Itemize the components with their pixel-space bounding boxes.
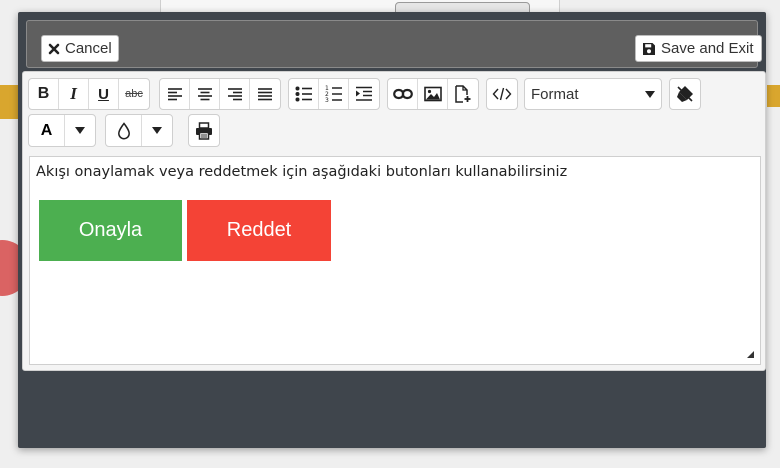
instruction-text: Akışı onaylamak veya reddetmek için aşağ…: [36, 164, 568, 180]
insert-link-button[interactable]: [388, 79, 418, 109]
close-icon: [48, 43, 60, 55]
underline-button[interactable]: U: [89, 79, 119, 109]
font-color-arrow-button[interactable]: [65, 115, 95, 146]
cancel-button[interactable]: Cancel: [41, 35, 119, 62]
font-color-button[interactable]: A: [29, 115, 65, 146]
editor-content-area[interactable]: Akışı onaylamak veya reddetmek için aşağ…: [29, 156, 761, 365]
background-accent-right: [767, 85, 780, 107]
cancel-label: Cancel: [65, 40, 112, 57]
format-select-value: Format: [531, 85, 579, 103]
numbered-list-button[interactable]: 123: [319, 79, 349, 109]
resize-handle-icon[interactable]: [747, 351, 754, 358]
align-right-icon: [227, 88, 242, 101]
strikethrough-button[interactable]: abc: [119, 79, 149, 109]
align-center-icon: [197, 88, 212, 101]
insert-file-button[interactable]: [448, 79, 478, 109]
font-color-icon: A: [40, 121, 53, 139]
save-and-exit-label: Save and Exit: [661, 40, 754, 57]
background-color-dropdown: [105, 114, 173, 147]
save-icon: [642, 42, 656, 56]
insert-group: [387, 78, 479, 110]
print-icon: [196, 121, 212, 140]
format-select[interactable]: Format: [524, 78, 662, 110]
code-view-button[interactable]: [487, 79, 517, 109]
text-style-group: B I U abc: [28, 78, 150, 110]
insert-image-button[interactable]: [418, 79, 448, 109]
file-add-icon: [455, 85, 471, 103]
background-color-arrow-button[interactable]: [142, 115, 172, 146]
reject-button[interactable]: Reddet: [187, 200, 331, 261]
image-icon: [423, 86, 442, 102]
link-icon: [392, 88, 413, 100]
indent-button[interactable]: [349, 79, 379, 109]
eraser-icon: [677, 86, 693, 102]
italic-button[interactable]: I: [59, 79, 89, 109]
align-center-button[interactable]: [190, 79, 220, 109]
modal-topbar: Cancel Save and Exit: [26, 20, 762, 68]
align-left-icon: [167, 88, 182, 101]
save-and-exit-button[interactable]: Save and Exit: [635, 35, 762, 62]
rich-text-editor: B I U abc 123 Format A Akışı onaylamak v…: [22, 71, 766, 371]
indent-icon: [356, 86, 372, 101]
alignment-group: [159, 78, 281, 110]
numbered-list-icon: 123: [325, 85, 342, 103]
bold-button[interactable]: B: [29, 79, 59, 109]
align-justify-icon: [258, 88, 272, 101]
print-group: [188, 114, 220, 147]
approve-button[interactable]: Onayla: [39, 200, 182, 261]
align-left-button[interactable]: [160, 79, 190, 109]
clear-formatting-button[interactable]: [670, 79, 700, 109]
droplet-icon: [117, 121, 130, 139]
bullet-list-button[interactable]: [289, 79, 319, 109]
background-color-button[interactable]: [106, 115, 142, 146]
code-view-group: [486, 78, 518, 110]
list-group: 123: [288, 78, 380, 110]
clear-format-group: [669, 78, 701, 110]
editor-modal: Cancel Save and Exit B I U abc 1 2 3 For…: [18, 12, 766, 448]
chevron-down-icon: [75, 127, 85, 134]
bold-icon: B: [37, 85, 50, 102]
bullet-list-icon: [295, 86, 312, 102]
font-color-dropdown: A: [28, 114, 96, 147]
underline-icon: U: [98, 85, 109, 103]
italic-icon: I: [70, 84, 77, 103]
chevron-down-icon: [645, 90, 655, 98]
align-justify-button[interactable]: [250, 79, 280, 109]
print-button[interactable]: [189, 115, 219, 146]
strikethrough-icon: abc: [125, 88, 143, 100]
code-icon: [492, 87, 512, 101]
svg-text:3: 3: [325, 97, 329, 103]
chevron-down-icon: [152, 127, 162, 134]
align-right-button[interactable]: [220, 79, 250, 109]
